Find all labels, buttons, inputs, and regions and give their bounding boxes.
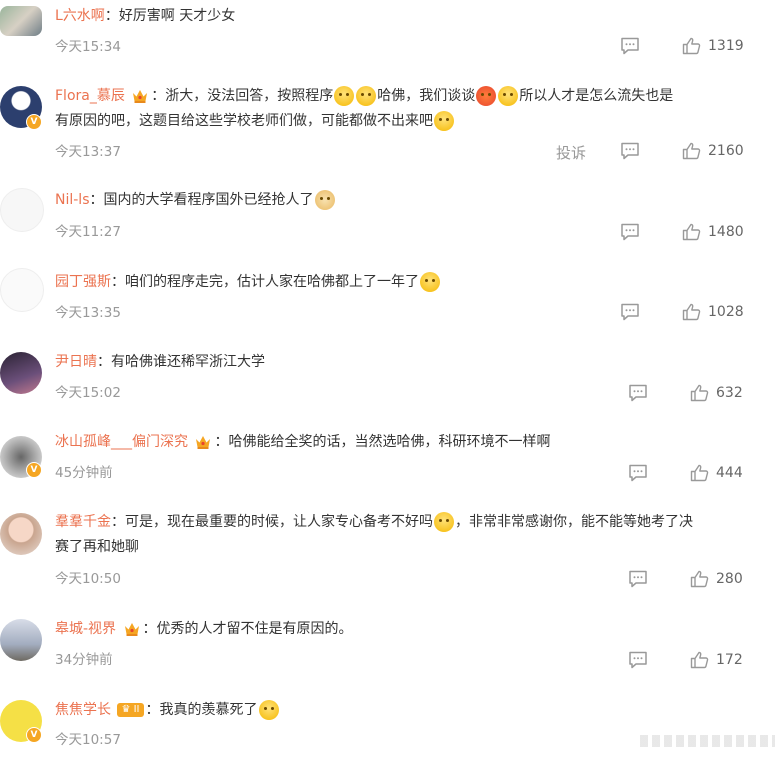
- comment-text: 哈佛，我们谈谈: [377, 88, 476, 104]
- like-count: 1319: [708, 38, 744, 54]
- thumbs-up-icon: [690, 651, 710, 669]
- timestamp: 今天11:27: [55, 224, 121, 240]
- thumbs-up-icon: [682, 142, 702, 160]
- like-button[interactable]: 1480: [682, 223, 744, 241]
- comment-icon[interactable]: [628, 464, 648, 482]
- like-button[interactable]: 632: [690, 384, 743, 402]
- username[interactable]: 园丁强斯: [55, 274, 111, 290]
- like-button[interactable]: 1028: [682, 303, 744, 321]
- comment-icon[interactable]: [620, 142, 640, 160]
- like-button[interactable]: 280: [690, 570, 743, 588]
- comment-text: 赛了再和她聊: [55, 539, 139, 555]
- comment-icon[interactable]: [620, 223, 640, 241]
- avatar[interactable]: [0, 619, 42, 661]
- timestamp: 34分钟前: [55, 652, 113, 668]
- comment-text: 哈佛能给全奖的话，当然选哈佛，科研环境不一样啊: [228, 434, 551, 450]
- shocked-emoji-icon: [476, 86, 497, 106]
- crown-badge-icon: [194, 434, 212, 450]
- doge-emoji-icon: [314, 190, 335, 210]
- avatar[interactable]: [0, 268, 44, 312]
- username[interactable]: 皋城-视界: [55, 621, 116, 637]
- timestamp: 今天10:57: [55, 732, 121, 748]
- like-count: 632: [716, 385, 743, 401]
- level-badge: ♛ II: [117, 703, 144, 717]
- comment-text: 咱们的程序走完，估计人家在哈佛都上了一年了: [125, 274, 419, 290]
- timestamp: 今天10:50: [55, 571, 121, 587]
- thumbs-up-icon: [690, 464, 710, 482]
- username[interactable]: 羣羣千金: [55, 514, 111, 530]
- avatar[interactable]: [0, 352, 42, 394]
- username[interactable]: 尹日晴: [55, 354, 97, 370]
- timestamp: 今天13:35: [55, 305, 121, 321]
- like-button[interactable]: 1319: [682, 37, 744, 55]
- crying-emoji-icon: [498, 86, 519, 106]
- thumbs-up-icon: [682, 303, 702, 321]
- avatar[interactable]: [0, 6, 42, 36]
- comment-icon[interactable]: [620, 37, 640, 55]
- thumbs-up-icon: [690, 384, 710, 402]
- verified-badge-icon: V: [26, 114, 42, 130]
- comment-text: 好厉害啊 天才少女: [118, 8, 236, 24]
- like-count: 2160: [708, 143, 744, 159]
- comment-text: ，非常非常感谢你，能不能等她考了决: [455, 514, 693, 530]
- laughing-emoji-icon: [356, 86, 377, 106]
- crying-emoji-icon: [258, 700, 279, 720]
- username[interactable]: Nil-ls: [55, 192, 90, 208]
- comment-text: 优秀的人才留不住是有原因的。: [156, 621, 353, 637]
- loading-placeholder: [640, 735, 775, 747]
- timestamp: 今天13:37: [55, 144, 121, 160]
- username[interactable]: Flora_慕辰: [55, 88, 125, 104]
- comment-icon[interactable]: [620, 303, 640, 321]
- comment-icon[interactable]: [628, 384, 648, 402]
- comment-icon[interactable]: [628, 651, 648, 669]
- crying-emoji-icon: [434, 512, 454, 532]
- like-count: 444: [716, 465, 743, 481]
- laughing-emoji-icon: [334, 86, 355, 106]
- thumbs-up-icon: [682, 37, 702, 55]
- timestamp: 今天15:34: [55, 39, 121, 55]
- avatar[interactable]: [0, 188, 44, 232]
- like-button[interactable]: 2160: [682, 142, 744, 160]
- comment-text: 我真的羡慕死了: [159, 702, 258, 718]
- username[interactable]: L六水啊: [55, 8, 105, 24]
- timestamp: 今天15:02: [55, 385, 121, 401]
- crown-badge-icon: [131, 88, 149, 104]
- report-link[interactable]: 投诉: [556, 142, 586, 163]
- comment-text: 所以人才是怎么流失也是: [519, 88, 674, 104]
- thumbs-up-icon: [682, 223, 702, 241]
- comment-text: 有哈佛谁还稀罕浙江大学: [111, 354, 265, 370]
- avatar[interactable]: [0, 513, 42, 555]
- like-count: 172: [716, 652, 743, 668]
- like-count: 1028: [708, 304, 744, 320]
- comment-text: 国内的大学看程序国外已经抢人了: [103, 192, 314, 208]
- username[interactable]: 冰山孤峰___偏门深究: [55, 434, 188, 450]
- like-button[interactable]: 172: [690, 651, 743, 669]
- comment-text: 可是，现在最重要的时候，让人家专心备考不好吗: [125, 514, 433, 530]
- laughing-emoji-icon: [434, 111, 454, 131]
- username[interactable]: 焦焦学长: [55, 702, 111, 718]
- thumbs-up-icon: [690, 570, 710, 588]
- like-count: 1480: [708, 224, 744, 240]
- verified-badge-icon: V: [26, 727, 42, 743]
- verified-badge-icon: V: [26, 462, 42, 478]
- comment-icon[interactable]: [628, 570, 648, 588]
- laughing-emoji-icon: [420, 272, 440, 292]
- timestamp: 45分钟前: [55, 465, 113, 481]
- crown-badge-icon: [123, 621, 141, 637]
- comment-text: 浙大，没法回答，按照程序: [165, 88, 334, 104]
- like-count: 280: [716, 571, 743, 587]
- like-button[interactable]: 444: [690, 464, 743, 482]
- comment-text: 有原因的吧，这题目给这些学校老师们做，可能都做不出来吧: [55, 113, 433, 129]
